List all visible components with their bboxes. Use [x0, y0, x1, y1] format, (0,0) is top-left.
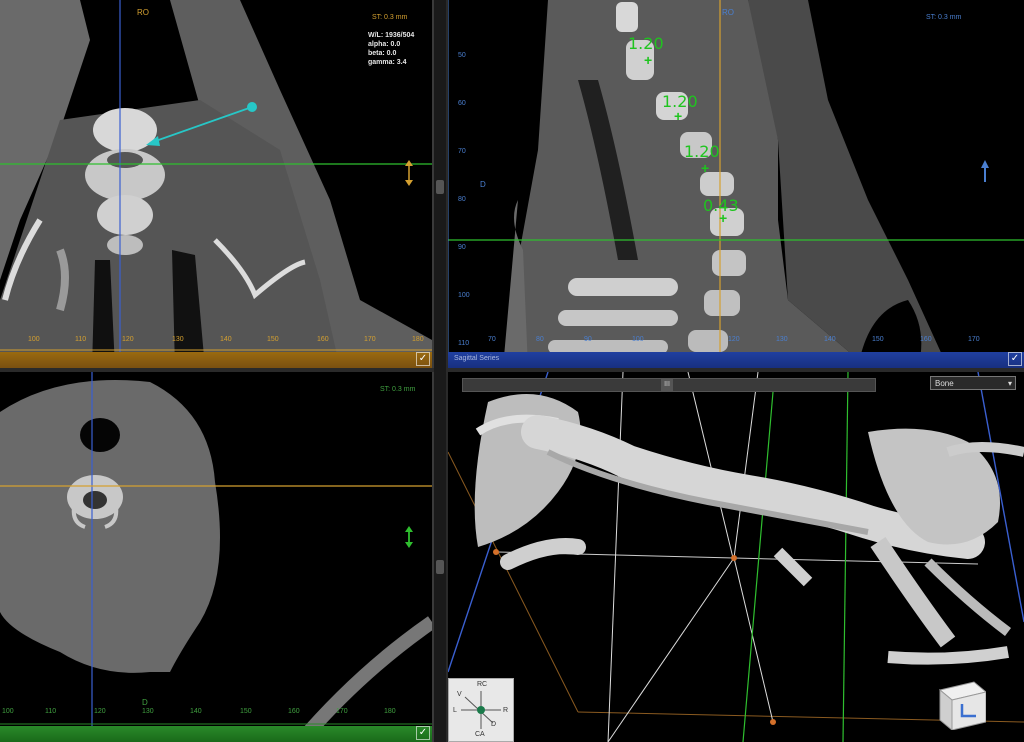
sagittal-orientation-top: RO — [722, 8, 734, 17]
axial-ruler-tick: 110 — [45, 708, 57, 715]
axial-slice-thickness: ST: 0.3 mm — [380, 386, 416, 393]
sagittal-bottom-tick: 130 — [776, 336, 788, 343]
measurement-marker: + — [644, 52, 653, 68]
splitter-handle-bottom[interactable] — [436, 560, 444, 574]
coronal-orientation-label: RO — [137, 8, 149, 17]
sagittal-bottom-tick: 150 — [872, 336, 884, 343]
axial-footer-bar: ✓ — [0, 726, 432, 742]
sagittal-bottom-tick: 90 — [584, 336, 592, 343]
coronal-checkbox[interactable]: ✓ — [416, 352, 430, 366]
axial-ruler-tick: 150 — [240, 708, 252, 715]
sagittal-axis-tick: 50 — [458, 52, 466, 59]
coronal-ruler-tick: 160 — [317, 336, 329, 343]
sagittal-orientation-left: D — [480, 180, 486, 189]
chevron-down-icon: ▾ — [1007, 379, 1012, 388]
coronal-alpha-info: alpha: 0.0 — [368, 41, 401, 48]
axial-ruler-tick: 180 — [384, 708, 396, 715]
sagittal-bottom-tick: 70 — [488, 336, 496, 343]
sagittal-axis-tick: 100 — [458, 292, 470, 299]
coronal-slice-thickness: ST: 0.3 mm — [372, 14, 408, 21]
sagittal-series-label: Sagittal Series — [454, 355, 500, 362]
sagittal-axis-tick: 110 — [458, 340, 470, 347]
axial-viewport[interactable]: ST: 0.3 mm D 100 110 120 130 140 150 160… — [0, 372, 434, 742]
volume-slider-knob[interactable]: III — [661, 379, 673, 391]
volume-3d-viewport[interactable]: III Bone ▾ RC V L R D CA — [448, 372, 1024, 742]
volume-slider-bar[interactable]: III — [462, 378, 876, 392]
sagittal-bottom-tick: 140 — [824, 336, 836, 343]
orientation-compass: RC V L R D CA — [448, 678, 514, 742]
coronal-viewport[interactable]: RO ST: 0.3 mm W/L: 1936/504 alpha: 0.0 b… — [0, 0, 434, 368]
sagittal-axis-tick: 60 — [458, 100, 466, 107]
render-preset-value: Bone — [935, 379, 954, 388]
orientation-cube-icon[interactable] — [934, 676, 988, 732]
coronal-ruler-tick: 150 — [267, 336, 279, 343]
sagittal-bottom-tick: 100 — [632, 336, 644, 343]
coronal-ruler-tick: 110 — [75, 336, 87, 343]
coronal-ruler-tick: 180 — [412, 336, 424, 343]
sagittal-bottom-tick: 170 — [968, 336, 980, 343]
sagittal-checkbox[interactable]: ✓ — [1008, 352, 1022, 366]
axial-ruler-tick: 170 — [336, 708, 348, 715]
sagittal-slice-thickness: ST: 0.3 mm — [926, 14, 962, 21]
sagittal-footer-bar: Sagittal Series ✓ — [448, 352, 1024, 368]
compass-axes-icon — [461, 691, 501, 729]
coronal-ruler-tick: 140 — [220, 336, 232, 343]
axial-image — [0, 372, 432, 742]
coronal-beta-info: beta: 0.0 — [368, 50, 397, 57]
coronal-ruler-tick: 120 — [122, 336, 134, 343]
viewport-splitter[interactable] — [434, 0, 446, 742]
coronal-ruler-tick: 100 — [28, 336, 40, 343]
splitter-handle-top[interactable] — [436, 180, 444, 194]
render-preset-dropdown[interactable]: Bone ▾ — [930, 376, 1016, 390]
sagittal-axis-tick: 70 — [458, 148, 466, 155]
sagittal-image — [448, 0, 1024, 368]
sagittal-bottom-tick: 120 — [728, 336, 740, 343]
axial-ruler-tick: 120 — [94, 708, 106, 715]
coronal-footer-bar: ✓ — [0, 352, 432, 368]
coronal-ruler-tick: 130 — [172, 336, 184, 343]
measurement-marker: + — [719, 210, 728, 226]
axial-ruler-tick: 130 — [142, 708, 154, 715]
axial-ruler-tick: 160 — [288, 708, 300, 715]
axial-ruler-tick: 140 — [190, 708, 202, 715]
axial-orientation-bottom: D — [142, 698, 148, 707]
sagittal-bottom-tick: 80 — [536, 336, 544, 343]
sagittal-bottom-tick: 160 — [920, 336, 932, 343]
coronal-wl-info: W/L: 1936/504 — [368, 32, 415, 39]
measurement-label[interactable]: 1.20 — [684, 142, 720, 161]
measurement-marker: + — [674, 108, 683, 124]
measurement-marker: + — [701, 160, 710, 176]
sagittal-axis-tick: 80 — [458, 196, 466, 203]
measurement-label[interactable]: 1.20 — [628, 34, 664, 53]
coronal-ruler-tick: 170 — [364, 336, 376, 343]
axial-ruler-tick: 100 — [2, 708, 14, 715]
axial-checkbox[interactable]: ✓ — [416, 726, 430, 740]
sagittal-axis-tick: 90 — [458, 244, 466, 251]
sagittal-viewport[interactable]: RO D ST: 0.3 mm 50 60 70 80 90 100 110 7… — [448, 0, 1024, 368]
coronal-gamma-info: gamma: 3.4 — [368, 59, 407, 66]
